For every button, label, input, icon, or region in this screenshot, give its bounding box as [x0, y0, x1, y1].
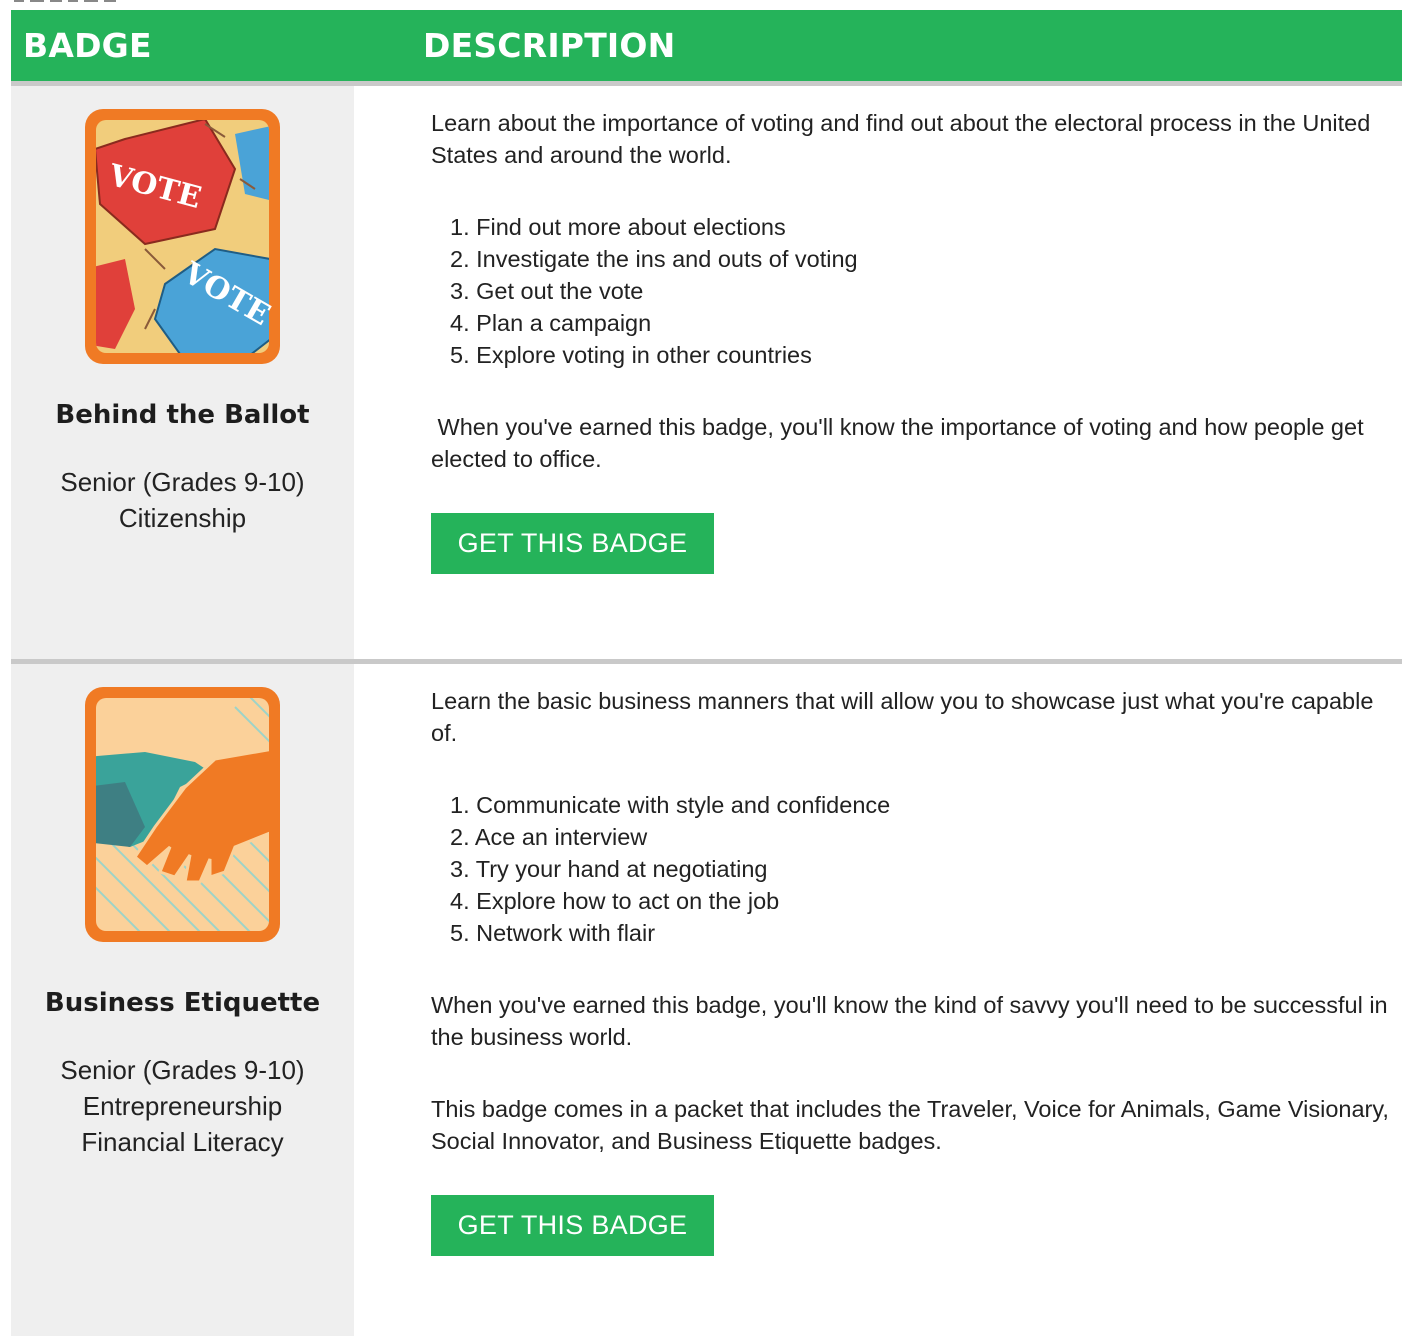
badge-steps: Find out more about elections Investigat… — [475, 211, 858, 371]
badge-category: Citizenship — [118, 503, 247, 533]
badge-intro: Learn about the importance of voting and… — [431, 110, 1371, 168]
description-cell: Learn about the importance of voting and… — [431, 86, 1397, 660]
table-header: BADGE DESCRIPTION — [11, 10, 1402, 81]
badge-cell: VOTE VOTE Behind the Ballot Senior (Grad… — [11, 86, 354, 660]
badge-outcome: When you've earned this badge, you'll kn… — [431, 992, 1388, 1050]
table-row: Business Etiquette Senior (Grades 9-10) … — [11, 664, 1402, 1336]
header-description: DESCRIPTION — [423, 26, 676, 65]
badge-level: Senior (Grades 9-10) — [60, 467, 305, 497]
cut-off-heading — [0, 0, 1402, 10]
step-item: Explore voting in other countries — [476, 342, 812, 368]
table-row: VOTE VOTE Behind the Ballot Senior (Grad… — [11, 86, 1402, 660]
step-item: Ace an interview — [474, 824, 648, 850]
get-this-badge-button[interactable]: GET THIS BADGE — [431, 1195, 714, 1256]
badge-intro: Learn the basic business manners that wi… — [431, 688, 1374, 746]
badge-steps: Communicate with style and confidence Ac… — [475, 789, 890, 949]
step-item: Find out more about elections — [476, 214, 786, 240]
badge-name: Business Etiquette — [44, 988, 321, 1018]
handshake-icon — [85, 687, 280, 942]
vote-buttons-icon: VOTE VOTE — [85, 109, 280, 364]
badge-level: Senior (Grades 9-10) — [60, 1055, 305, 1085]
step-item: Try your hand at negotiating — [475, 856, 768, 882]
cut-off-heading-glyphs — [14, 0, 116, 2]
header-badge: BADGE — [23, 26, 152, 65]
get-this-badge-button[interactable]: GET THIS BADGE — [431, 513, 714, 574]
badge-category: Financial Literacy — [81, 1127, 284, 1157]
badge-category: Entrepreneurship — [82, 1091, 283, 1121]
step-item: Get out the vote — [476, 278, 644, 304]
description-cell: Learn the basic business manners that wi… — [431, 664, 1397, 1336]
badge-meta: Senior (Grades 9-10) Citizenship — [11, 464, 354, 536]
badge-table: BADGE DESCRIPTION VOTE VOTE Behind the B… — [11, 10, 1402, 1336]
badge-name: Behind the Ballot — [55, 400, 310, 430]
step-item: Network with flair — [476, 920, 656, 946]
step-item: Plan a campaign — [476, 310, 652, 336]
badge-cell: Business Etiquette Senior (Grades 9-10) … — [11, 664, 354, 1336]
badge-meta: Senior (Grades 9-10) Entrepreneurship Fi… — [11, 1052, 354, 1160]
badge-packet-note: This badge comes in a packet that includ… — [431, 1096, 1389, 1154]
badge-outcome: When you've earned this badge, you'll kn… — [431, 414, 1371, 472]
step-item: Investigate the ins and outs of voting — [476, 246, 858, 272]
step-item: Communicate with style and confidence — [476, 792, 891, 818]
step-item: Explore how to act on the job — [476, 888, 780, 914]
